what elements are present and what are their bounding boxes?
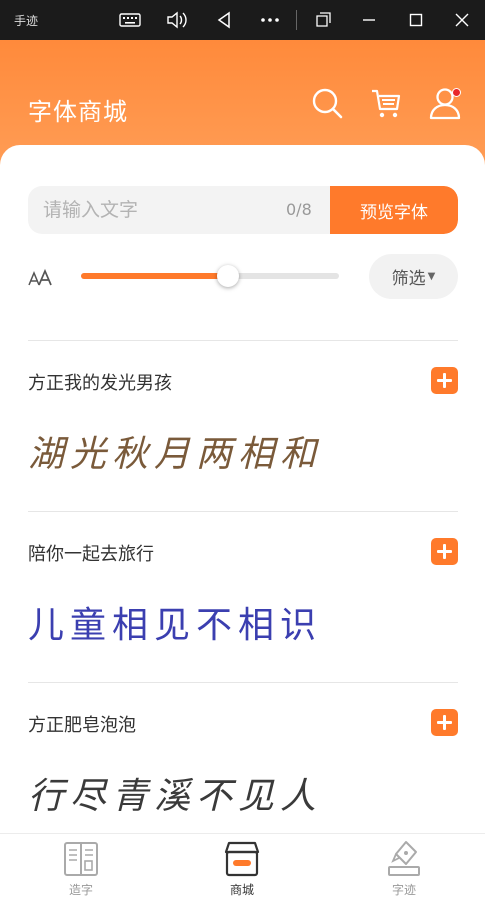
pen-icon (386, 840, 422, 878)
back-triangle-icon[interactable] (212, 8, 236, 32)
search-icon[interactable] (310, 86, 344, 120)
font-card: 陪你一起去旅行 儿童相见不相识 (0, 512, 485, 682)
nav-label: 造字 (68, 883, 93, 897)
preview-font-button[interactable]: 预览字体 (330, 186, 458, 234)
nav-label: 商城 (229, 883, 254, 897)
add-font-button[interactable] (431, 367, 458, 394)
volume-icon[interactable] (165, 8, 189, 32)
keyboard-icon[interactable] (118, 8, 142, 32)
slider-fill (81, 273, 229, 279)
font-name: 方正我的发光男孩 (28, 373, 172, 394)
cart-icon[interactable] (369, 86, 403, 120)
nav-label: 字迹 (391, 883, 416, 897)
character-counter: 0/8 (286, 200, 312, 219)
font-card: 方正肥皂泡泡 行尽青溪不见人 (0, 683, 485, 853)
font-card: 方正我的发光男孩 湖光秋月两相和 (0, 341, 485, 511)
add-font-button[interactable] (431, 538, 458, 565)
close-icon[interactable] (450, 8, 474, 32)
book-icon (63, 840, 99, 878)
font-sample: 湖光秋月两相和 (28, 434, 323, 475)
maximize-icon[interactable] (404, 8, 428, 32)
nav-item-create[interactable]: 造字 (31, 838, 131, 902)
page-title: 字体商城 (28, 98, 128, 126)
font-size-icon (28, 268, 54, 288)
minimize-icon[interactable] (357, 8, 381, 32)
filter-button[interactable]: 筛选 ▼ (369, 254, 458, 299)
restore-window-icon[interactable] (311, 8, 335, 32)
font-sample: 行尽青溪不见人 (28, 776, 323, 817)
text-input[interactable] (28, 186, 278, 234)
main-content: 0/8 预览字体 筛选 ▼ 方正我的发光男孩 湖光秋月两相和 陪你一起去旅行 儿… (0, 145, 485, 833)
add-font-button[interactable] (431, 709, 458, 736)
nav-item-shop[interactable]: 商城 (192, 838, 292, 902)
bottom-navigation: 造字 商城 字迹 (0, 833, 485, 903)
caret-down-icon: ▼ (427, 271, 436, 282)
font-size-slider[interactable] (81, 265, 339, 287)
font-name: 陪你一起去旅行 (28, 544, 154, 565)
font-sample: 儿童相见不相识 (28, 605, 323, 646)
filter-label: 筛选 (391, 269, 426, 289)
more-icon[interactable] (258, 8, 282, 32)
window-bar-separator (296, 10, 297, 30)
window-app-title: 手迹 (14, 14, 39, 28)
font-size-row: 筛选 ▼ (28, 254, 458, 302)
font-name: 方正肥皂泡泡 (28, 715, 136, 736)
shop-icon (224, 840, 260, 878)
notification-dot (452, 88, 461, 97)
slider-knob[interactable] (217, 265, 240, 287)
nav-item-handwriting[interactable]: 字迹 (354, 838, 454, 902)
search-bar: 0/8 预览字体 (28, 186, 458, 234)
window-title-bar: 手迹 (0, 0, 485, 40)
